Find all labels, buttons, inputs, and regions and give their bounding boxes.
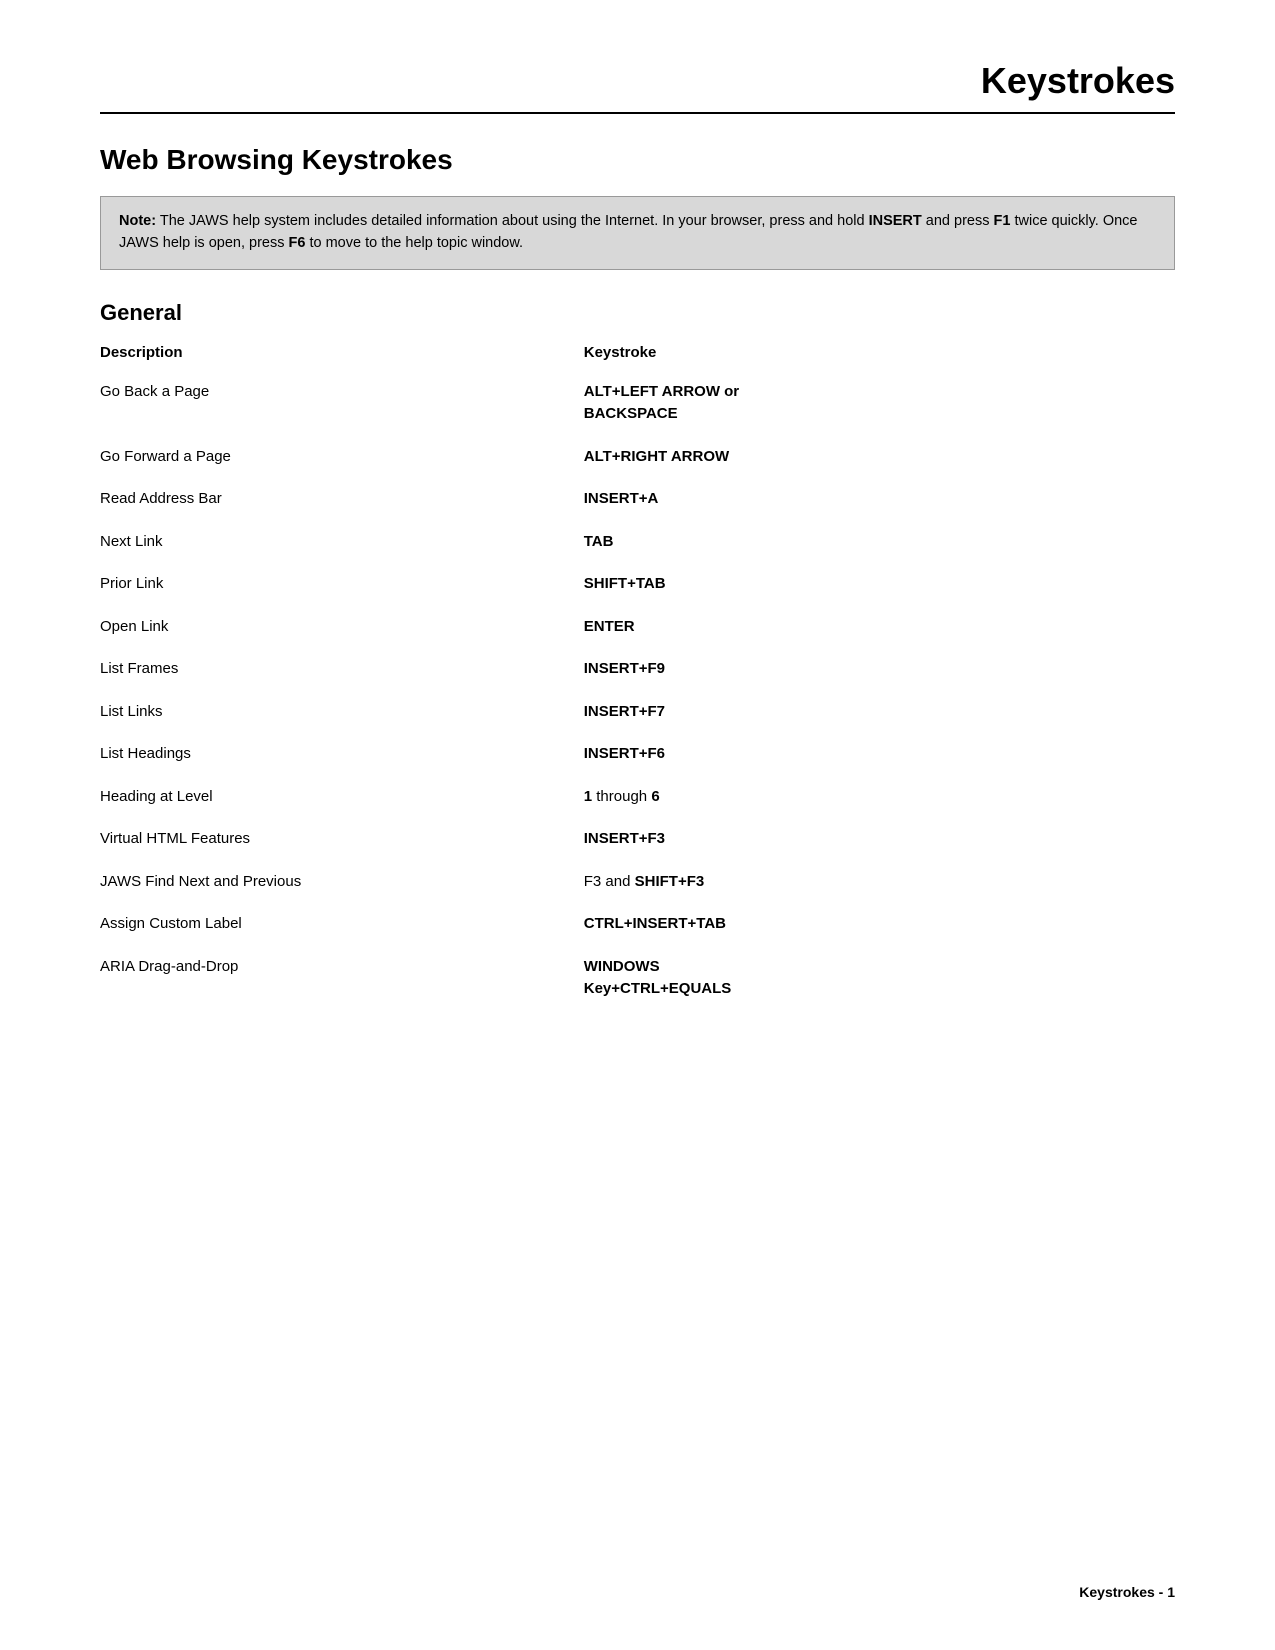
row-description: Read Address Bar [100,478,584,521]
row-keystroke: WINDOWSKey+CTRL+EQUALS [584,946,1175,1011]
table-row: Heading at Level 1 through 6 [100,776,1175,819]
table-row: Next Link TAB [100,521,1175,564]
table-row: List Links INSERT+F7 [100,691,1175,734]
table-row: Go Forward a Page ALT+RIGHT ARROW [100,436,1175,479]
table-row: Prior Link SHIFT+TAB [100,563,1175,606]
row-keystroke: INSERT+F9 [584,648,1175,691]
section-title: Web Browsing Keystrokes [100,144,1175,176]
page-title: Keystrokes [981,60,1175,101]
row-keystroke: INSERT+F7 [584,691,1175,734]
row-description: Assign Custom Label [100,903,584,946]
table-row: Go Back a Page ALT+LEFT ARROW orBACKSPAC… [100,371,1175,436]
row-keystroke: INSERT+F3 [584,818,1175,861]
row-description: Heading at Level [100,776,584,819]
page-title-section: Keystrokes [100,60,1175,114]
row-keystroke: ALT+LEFT ARROW orBACKSPACE [584,371,1175,436]
keystroke-table: Description Keystroke Go Back a Page ALT… [100,344,1175,1011]
row-description: Virtual HTML Features [100,818,584,861]
row-keystroke: ENTER [584,606,1175,649]
row-description: List Frames [100,648,584,691]
row-keystroke: INSERT+F6 [584,733,1175,776]
row-keystroke: CTRL+INSERT+TAB [584,903,1175,946]
col-header-keystroke: Keystroke [584,344,1175,371]
row-description: List Headings [100,733,584,776]
row-description: JAWS Find Next and Previous [100,861,584,904]
row-keystroke: SHIFT+TAB [584,563,1175,606]
table-row: Open Link ENTER [100,606,1175,649]
row-description: Go Back a Page [100,371,584,436]
row-description: Next Link [100,521,584,564]
table-row: Virtual HTML Features INSERT+F3 [100,818,1175,861]
note-text: The JAWS help system includes detailed i… [119,213,1138,251]
row-keystroke: F3 and SHIFT+F3 [584,861,1175,904]
row-keystroke: TAB [584,521,1175,564]
table-row: Assign Custom Label CTRL+INSERT+TAB [100,903,1175,946]
row-description: Open Link [100,606,584,649]
table-row: Read Address Bar INSERT+A [100,478,1175,521]
row-description: Go Forward a Page [100,436,584,479]
row-keystroke: 1 through 6 [584,776,1175,819]
note-box: Note: The JAWS help system includes deta… [100,196,1175,270]
col-header-description: Description [100,344,584,371]
row-description: ARIA Drag-and-Drop [100,946,584,1011]
row-keystroke: INSERT+A [584,478,1175,521]
table-row: List Frames INSERT+F9 [100,648,1175,691]
table-row: List Headings INSERT+F6 [100,733,1175,776]
table-row: ARIA Drag-and-Drop WINDOWSKey+CTRL+EQUAL… [100,946,1175,1011]
page-container: Keystrokes Web Browsing Keystrokes Note:… [0,0,1275,1091]
row-description: Prior Link [100,563,584,606]
row-description: List Links [100,691,584,734]
general-subsection-title: General [100,300,1175,326]
row-keystroke: ALT+RIGHT ARROW [584,436,1175,479]
note-label: Note: [119,213,156,229]
page-footer: Keystrokes - 1 [1079,1584,1175,1600]
table-row: JAWS Find Next and Previous F3 and SHIFT… [100,861,1175,904]
